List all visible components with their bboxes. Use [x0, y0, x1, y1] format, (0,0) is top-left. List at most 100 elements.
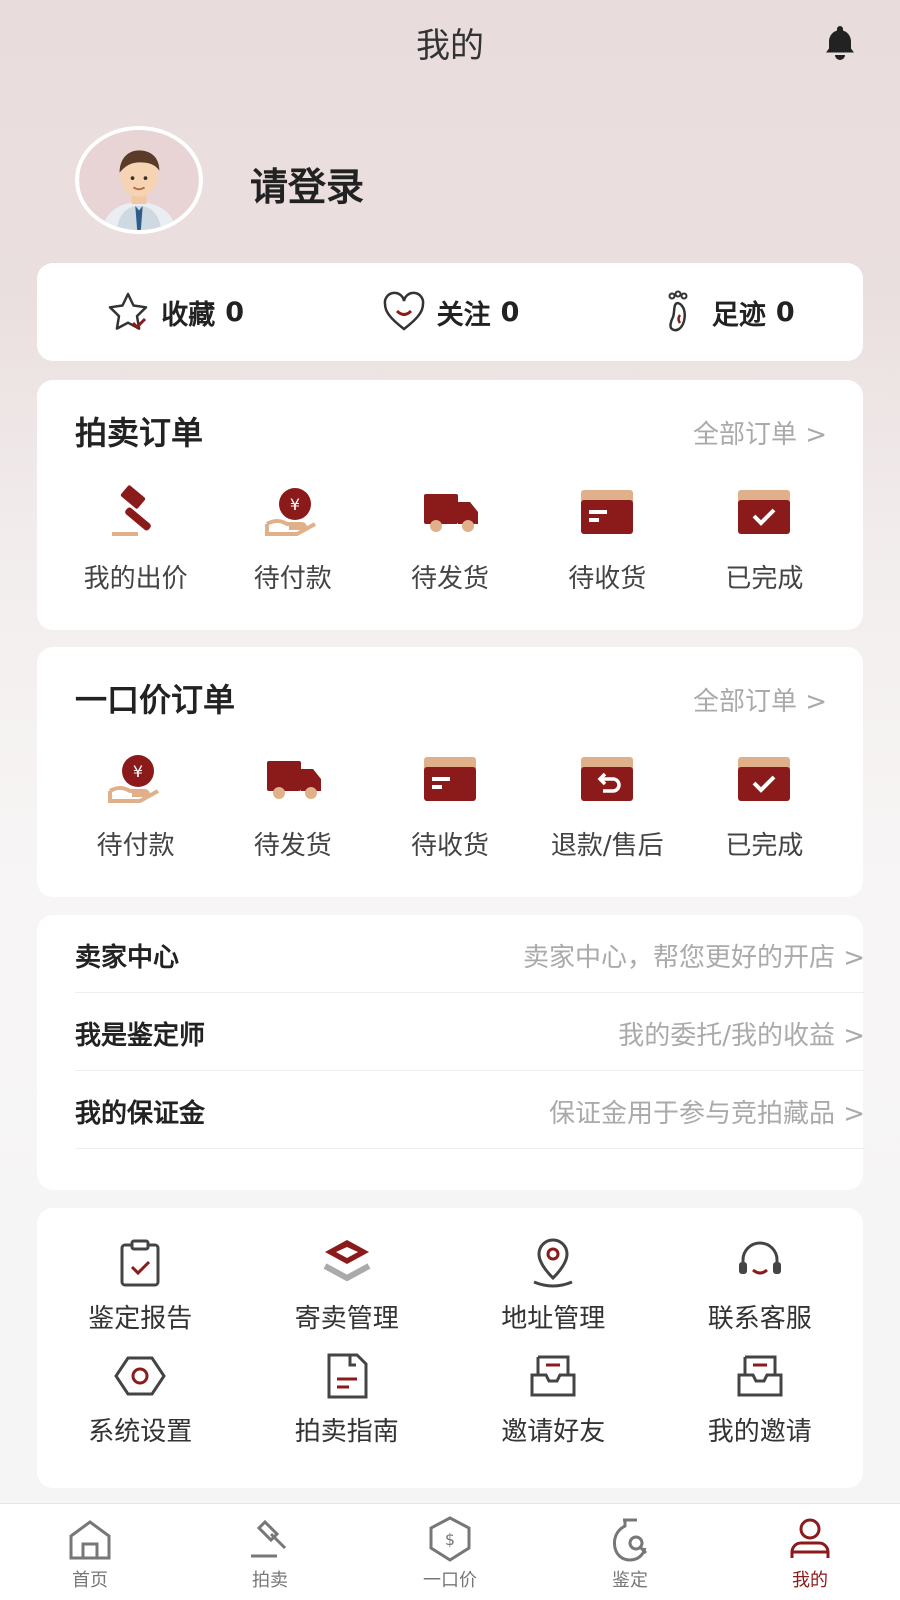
top-bar: 我的	[0, 0, 900, 90]
clipboard-check-icon	[120, 1239, 160, 1287]
tool-label: 系统设置	[88, 1417, 193, 1447]
order-pending-payment[interactable]: ¥ 待付款	[214, 480, 371, 595]
pay-icon: ¥	[264, 488, 316, 536]
headset-icon	[738, 1241, 781, 1275]
user-avatar-icon	[79, 130, 199, 230]
order-completed[interactable]: 已完成	[686, 747, 843, 862]
tool-auction-guide[interactable]: 拍卖指南	[244, 1349, 451, 1448]
stat-count: 0	[775, 296, 795, 328]
vase-search-icon	[613, 1518, 648, 1562]
tool-consignment[interactable]: 寄卖管理	[244, 1236, 451, 1335]
order-label: 待付款	[253, 564, 332, 594]
svg-text:$: $	[445, 1530, 455, 1549]
order-my-bids[interactable]: 我的出价	[57, 480, 214, 595]
inbox-icon	[737, 1355, 783, 1397]
tab-label: 首页	[72, 1570, 108, 1591]
order-label: 待发货	[253, 831, 332, 861]
check-box-icon	[738, 490, 791, 534]
order-label: 我的出价	[83, 564, 188, 594]
tab-label: 拍卖	[252, 1570, 288, 1591]
stat-favorites[interactable]: 收藏 0	[37, 289, 312, 335]
tab-mine[interactable]: 我的	[720, 1504, 900, 1600]
tool-my-invitations[interactable]: 我的邀请	[657, 1349, 864, 1448]
tool-settings[interactable]: 系统设置	[37, 1349, 244, 1448]
order-pending-payment[interactable]: ¥ 待付款	[57, 747, 214, 862]
stat-count: 0	[225, 296, 245, 328]
inbox-icon	[530, 1355, 576, 1397]
tab-label: 一口价	[423, 1570, 477, 1591]
tool-label: 联系客服	[707, 1304, 812, 1334]
truck-icon	[266, 761, 321, 799]
order-label: 待付款	[96, 831, 175, 861]
tool-customer-service[interactable]: 联系客服	[657, 1236, 864, 1335]
tab-appraisal[interactable]: 鉴定	[540, 1504, 720, 1600]
avatar[interactable]	[75, 126, 203, 234]
svg-text:¥: ¥	[133, 762, 143, 781]
stat-label: 收藏	[161, 299, 216, 331]
tool-label: 鉴定报告	[88, 1304, 193, 1334]
fixed-orders-card: 一口价订单 全部订单 > ¥ 待付款 待发货 待收货 退款/售后 已完成	[37, 647, 863, 897]
order-label: 已完成	[725, 564, 804, 594]
tab-home[interactable]: 首页	[0, 1504, 180, 1600]
tool-appraisal-report[interactable]: 鉴定报告	[37, 1236, 244, 1335]
order-label: 已完成	[725, 831, 804, 861]
tab-label: 鉴定	[612, 1570, 648, 1591]
profile-section[interactable]: 请登录	[75, 126, 675, 236]
auction-all-orders-link[interactable]: 全部订单 >	[693, 414, 827, 451]
tool-label: 邀请好友	[501, 1417, 606, 1447]
stats-card: 收藏 0 关注 0 足迹 0	[37, 263, 863, 361]
link-desc: 卖家中心，帮您更好的开店 >	[522, 943, 865, 973]
link-deposit[interactable]: 我的保证金 保证金用于参与竞拍藏品 >	[75, 1071, 865, 1149]
stat-label: 关注	[436, 299, 491, 331]
auction-orders-card: 拍卖订单 全部订单 > 我的出价 ¥ 待付款 待发货 待收货 已完成	[37, 380, 863, 630]
order-completed[interactable]: 已完成	[686, 480, 843, 595]
order-label: 退款/售后	[550, 831, 664, 861]
refund-icon	[581, 757, 634, 801]
order-pending-shipment[interactable]: 待发货	[371, 480, 528, 595]
order-refund[interactable]: 退款/售后	[529, 747, 686, 862]
tool-invite-friends[interactable]: 邀请好友	[450, 1349, 657, 1448]
svg-text:¥: ¥	[290, 495, 300, 514]
truck-icon	[424, 494, 478, 532]
tool-label: 我的邀请	[707, 1417, 812, 1447]
order-pending-shipment[interactable]: 待发货	[214, 747, 371, 862]
layers-icon	[323, 1240, 371, 1282]
tab-label: 我的	[792, 1570, 828, 1591]
box-icon	[424, 757, 476, 801]
tool-label: 寄卖管理	[294, 1304, 399, 1334]
stat-label: 足迹	[711, 299, 766, 331]
auction-orders-title: 拍卖订单	[75, 414, 204, 452]
page-title: 我的	[416, 26, 484, 66]
link-desc: 保证金用于参与竞拍藏品 >	[548, 1099, 865, 1129]
gavel-icon	[111, 485, 151, 536]
person-icon	[790, 1518, 830, 1558]
bell-icon[interactable]	[820, 22, 860, 62]
stat-footprints[interactable]: 足迹 0	[588, 289, 863, 335]
star-icon	[109, 292, 148, 330]
tool-label: 地址管理	[501, 1304, 606, 1334]
order-pending-receipt[interactable]: 待收货	[371, 747, 528, 862]
stat-following[interactable]: 关注 0	[312, 289, 587, 335]
box-icon	[581, 490, 634, 534]
link-desc: 我的委托/我的收益 >	[618, 1021, 865, 1051]
link-label: 我的保证金	[75, 1099, 206, 1129]
order-label: 待发货	[411, 564, 490, 594]
heart-icon	[383, 291, 424, 331]
tool-address[interactable]: 地址管理	[450, 1236, 657, 1335]
footprint-icon	[668, 290, 688, 332]
bottom-tab-bar: 首页 拍卖 $ 一口价 鉴定 我的	[0, 1503, 900, 1600]
pay-icon: ¥	[107, 755, 159, 803]
tab-fixed-price[interactable]: $ 一口价	[360, 1504, 540, 1600]
auction-icon	[251, 1519, 287, 1558]
link-appraiser[interactable]: 我是鉴定师 我的委托/我的收益 >	[75, 993, 865, 1071]
tab-auction[interactable]: 拍卖	[180, 1504, 360, 1600]
link-label: 我是鉴定师	[75, 1021, 206, 1051]
order-pending-receipt[interactable]: 待收货	[529, 480, 686, 595]
login-prompt[interactable]: 请登录	[250, 156, 364, 211]
tool-label: 拍卖指南	[294, 1417, 399, 1447]
fixed-orders-title: 一口价订单	[75, 681, 236, 719]
order-label: 待收货	[411, 831, 490, 861]
fixed-all-orders-link[interactable]: 全部订单 >	[693, 681, 827, 718]
link-seller-center[interactable]: 卖家中心 卖家中心，帮您更好的开店 >	[75, 915, 865, 993]
document-icon	[327, 1353, 368, 1399]
